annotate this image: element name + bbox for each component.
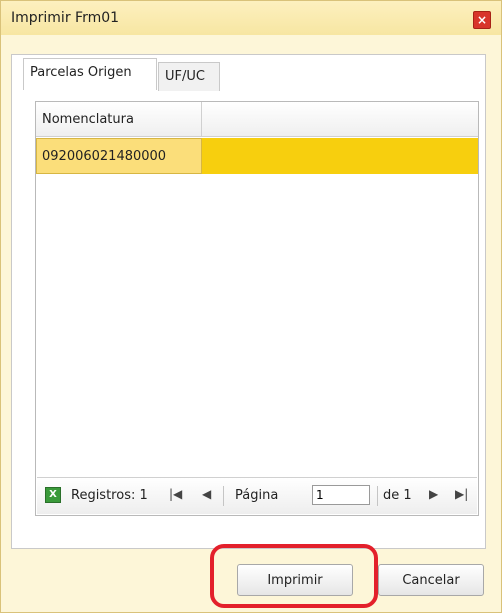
- first-page-icon[interactable]: |◀: [169, 487, 182, 501]
- cell-nomenclatura[interactable]: 092006021480000: [36, 138, 202, 174]
- next-page-icon[interactable]: ▶: [429, 487, 438, 501]
- dialog-title: Imprimir Frm01: [11, 10, 120, 26]
- tab-label: UF/UC: [165, 69, 205, 84]
- close-icon[interactable]: ×: [473, 11, 491, 29]
- excel-icon[interactable]: X: [45, 487, 61, 503]
- grid-header: Nomenclatura: [36, 102, 478, 137]
- cancel-button[interactable]: Cancelar: [378, 564, 484, 596]
- prev-page-icon[interactable]: ◀: [202, 487, 211, 501]
- page-label: Página: [235, 488, 279, 503]
- column-header-nomenclatura[interactable]: Nomenclatura: [36, 102, 202, 136]
- dialog-titlebar[interactable]: Imprimir Frm01 ×: [1, 1, 501, 35]
- pager-divider: [377, 486, 378, 506]
- print-button[interactable]: Imprimir: [237, 564, 353, 596]
- parcelas-grid: Nomenclatura 092006021480000 X Registros…: [35, 101, 479, 516]
- tab-uf-uc[interactable]: UF/UC: [158, 62, 220, 91]
- tab-parcelas-origen[interactable]: Parcelas Origen: [23, 58, 157, 90]
- page-total: de 1: [383, 488, 412, 503]
- table-row[interactable]: 092006021480000: [36, 138, 478, 174]
- page-number-input[interactable]: [312, 485, 370, 505]
- pager-divider: [223, 486, 224, 506]
- records-count: Registros: 1: [71, 488, 148, 503]
- last-page-icon[interactable]: ▶|: [455, 487, 468, 501]
- pager-bar: X Registros: 1 |◀ ◀ Página de 1 ▶ ▶|: [37, 477, 477, 514]
- print-dialog: Imprimir Frm01 × UF/UC Parcelas Origen N…: [0, 0, 502, 613]
- tab-label: Parcelas Origen: [30, 65, 132, 80]
